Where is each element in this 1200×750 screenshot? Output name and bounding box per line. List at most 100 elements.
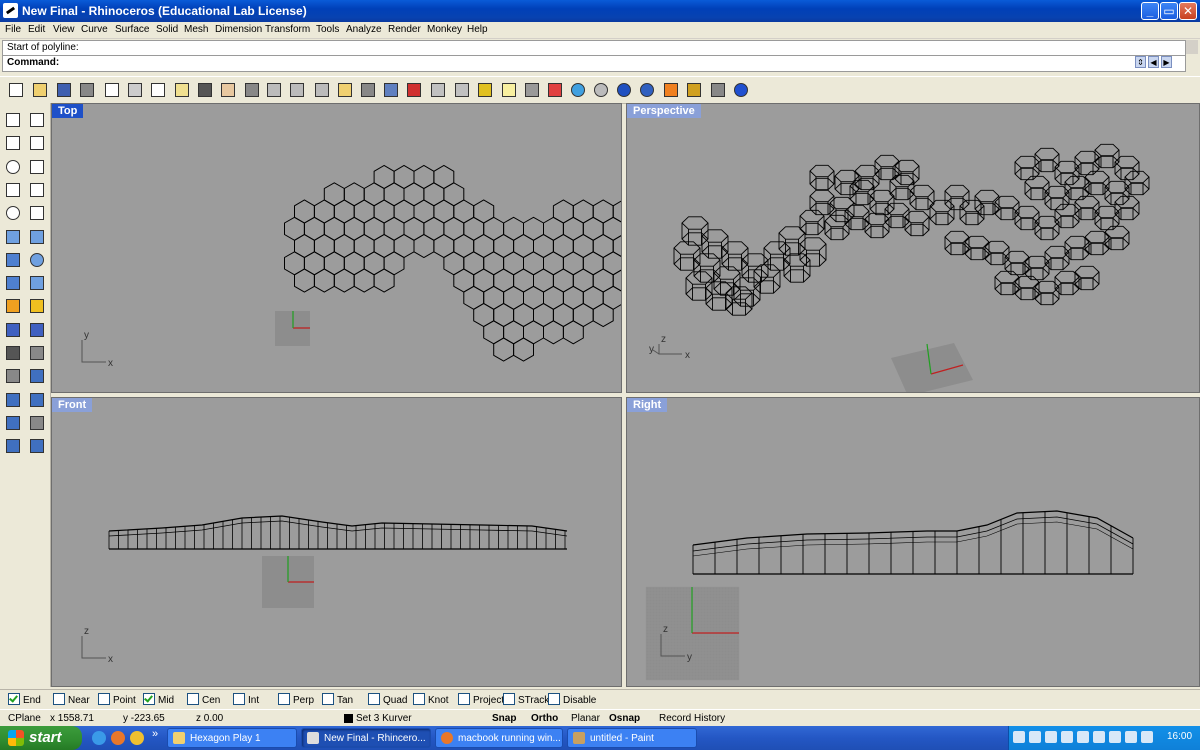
osnap-mid[interactable]: Mid [143, 693, 174, 706]
hexagon-pattern-top[interactable] [284, 164, 623, 362]
print-icon[interactable] [77, 80, 97, 100]
osnap-checkbox[interactable] [503, 693, 515, 705]
viewport-tab-top[interactable]: Top [52, 104, 84, 118]
status-osnap-button[interactable]: Osnap [609, 713, 640, 724]
trim-icon[interactable] [2, 319, 24, 341]
title-bar[interactable]: New Final - Rhinoceros (Educational Lab … [0, 0, 1200, 22]
explode-icon[interactable] [26, 295, 48, 317]
highlight-icon[interactable] [661, 80, 681, 100]
menu-curve[interactable]: Curve [81, 24, 108, 35]
menu-view[interactable]: View [53, 24, 75, 35]
status-ortho-button[interactable]: Ortho [531, 713, 558, 724]
ie-icon[interactable] [92, 731, 106, 745]
menu-surface[interactable]: Surface [115, 24, 149, 35]
osnap-checkbox[interactable] [187, 693, 199, 705]
osnap-perp[interactable]: Perp [278, 693, 314, 706]
menu-analyze[interactable]: Analyze [346, 24, 382, 35]
text-icon[interactable] [26, 365, 48, 387]
cylinder-icon[interactable] [2, 272, 24, 294]
ellipse-icon[interactable] [2, 202, 24, 224]
tray-display-icon[interactable] [1077, 731, 1089, 743]
command-history-scrollbar[interactable] [1186, 40, 1198, 54]
tray-update-icon[interactable] [1109, 731, 1121, 743]
osnap-quad[interactable]: Quad [368, 693, 407, 706]
four-viewports-icon[interactable] [381, 80, 401, 100]
dimension-icon[interactable] [2, 365, 24, 387]
viewport-tab-right[interactable]: Right [627, 398, 668, 412]
tray-sound-icon[interactable] [1125, 731, 1137, 743]
tray-antivirus-icon[interactable] [1029, 731, 1041, 743]
pan-hand-icon[interactable] [218, 80, 238, 100]
menu-dimension[interactable]: Dimension [215, 24, 262, 35]
tray-power-icon[interactable] [1141, 731, 1153, 743]
analyze-icon[interactable] [26, 435, 48, 457]
boolean-icon[interactable] [2, 295, 24, 317]
arc-icon[interactable] [26, 156, 48, 178]
fillet-icon[interactable] [26, 202, 48, 224]
status-planar-button[interactable]: Planar [571, 713, 600, 724]
undo-icon[interactable] [195, 80, 215, 100]
minimize-button[interactable]: _ [1141, 2, 1159, 20]
zoom-window-icon[interactable] [287, 80, 307, 100]
firefox-icon[interactable] [111, 731, 125, 745]
command-line[interactable]: Command: [2, 55, 1186, 72]
menu-transform[interactable]: Transform [265, 24, 310, 35]
layer-color-swatch[interactable] [344, 714, 353, 723]
viewport-tab-perspective[interactable]: Perspective [627, 104, 701, 118]
curve-icon[interactable] [26, 132, 48, 154]
restore-button[interactable]: ▭ [1160, 2, 1178, 20]
zoom-selected-icon[interactable] [335, 80, 355, 100]
split-icon[interactable] [26, 319, 48, 341]
osnap-checkbox[interactable] [8, 693, 20, 705]
task-paint[interactable]: untitled - Paint [567, 728, 697, 748]
circle-icon[interactable] [2, 156, 24, 178]
menu-render[interactable]: Render [388, 24, 421, 35]
task-firefox[interactable]: macbook running win... [435, 728, 563, 748]
box-solid-icon[interactable] [2, 249, 24, 271]
polygon-icon[interactable] [2, 179, 24, 201]
osnap-checkbox[interactable] [458, 693, 470, 705]
save-icon[interactable] [54, 80, 74, 100]
osnap-cen[interactable]: Cen [187, 693, 220, 706]
osnap-near[interactable]: Near [53, 693, 90, 706]
shaded-sphere-icon[interactable] [637, 80, 657, 100]
zoom-dynamic-icon[interactable] [264, 80, 284, 100]
surface-edit-icon[interactable] [26, 226, 48, 248]
join-icon[interactable] [26, 342, 48, 364]
copy-icon[interactable] [148, 80, 168, 100]
mesh-icon[interactable] [26, 272, 48, 294]
surface-patch-icon[interactable] [2, 226, 24, 248]
menu-monkey[interactable]: Monkey [427, 24, 462, 35]
viewport-perspective[interactable]: x zy Perspective [626, 103, 1200, 393]
osnap-checkbox[interactable] [143, 693, 155, 705]
osnap-checkbox[interactable] [413, 693, 425, 705]
start-button[interactable]: start [0, 726, 82, 750]
quicklaunch-more-icon[interactable]: » [152, 728, 158, 740]
snap-grid-icon[interactable] [475, 80, 495, 100]
viewport-top[interactable]: xy Top [51, 103, 622, 393]
viewport-front[interactable]: xz Front [51, 397, 622, 687]
structure-elevation-front[interactable] [108, 515, 568, 550]
options-gear-icon[interactable] [684, 80, 704, 100]
zoom-extents-icon[interactable] [312, 80, 332, 100]
osnap-checkbox[interactable] [53, 693, 65, 705]
light-bulb-icon[interactable] [499, 80, 519, 100]
layer-icon[interactable] [545, 80, 565, 100]
select-arrow-icon[interactable] [2, 109, 24, 131]
osnap-checkbox[interactable] [233, 693, 245, 705]
rectangle-icon[interactable] [26, 179, 48, 201]
sphere-solid-icon[interactable] [26, 249, 48, 271]
osnap-end[interactable]: End [8, 693, 41, 706]
block-icon[interactable] [2, 389, 24, 411]
undo-view-icon[interactable] [358, 80, 378, 100]
tray-messenger-icon[interactable] [1045, 731, 1057, 743]
polyline-icon[interactable] [2, 132, 24, 154]
command-scroll-updown-icon[interactable]: ⇕ [1135, 56, 1146, 68]
status-layer[interactable]: Set 3 Kurver [356, 713, 412, 724]
cplane-icon[interactable] [452, 80, 472, 100]
osnap-checkbox[interactable] [368, 693, 380, 705]
media-icon[interactable] [130, 731, 144, 745]
status-record-history-button[interactable]: Record History [659, 713, 725, 724]
open-file-icon[interactable] [30, 80, 50, 100]
cut-icon[interactable] [125, 80, 145, 100]
